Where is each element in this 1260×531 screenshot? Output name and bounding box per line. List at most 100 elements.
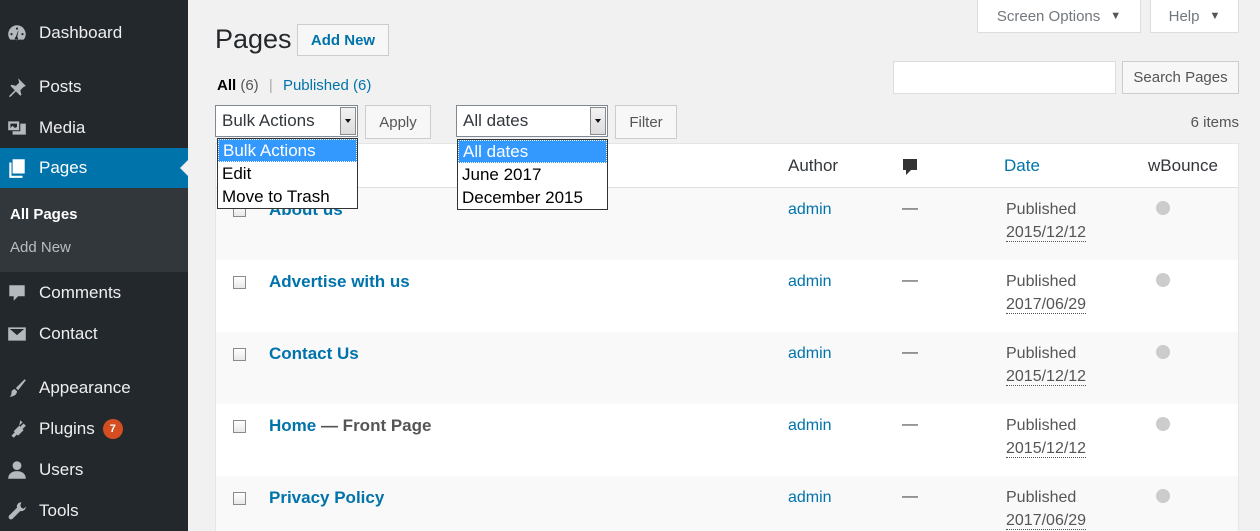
wbounce-status-dot [1156, 417, 1170, 431]
wrench-icon [6, 500, 28, 522]
pages-table: Author Date wBounce About us admin — Pub… [215, 143, 1239, 531]
date-filter-select[interactable]: All dates [456, 105, 608, 137]
dashboard-icon [6, 22, 28, 44]
items-count: 6 items [1190, 114, 1239, 131]
date-option[interactable]: December 2015 [458, 186, 607, 209]
date-option[interactable]: June 2017 [458, 163, 607, 186]
menu-label: Contact [39, 324, 98, 343]
wbounce-status-dot [1156, 345, 1170, 359]
row-checkbox[interactable] [233, 276, 246, 289]
pages-icon [6, 157, 28, 179]
dropdown-arrow-icon[interactable] [340, 107, 356, 135]
pages-submenu: All Pages Add New [0, 188, 188, 272]
page-title-link[interactable]: Home — Front Page [269, 416, 431, 436]
date-filter-value: All dates [463, 111, 529, 130]
menu-label: Posts [39, 77, 82, 96]
menu-label: Media [39, 118, 86, 137]
bulk-actions-select[interactable]: Bulk Actions [215, 105, 358, 137]
date-value: 2017/06/29 [1006, 512, 1087, 530]
author-link[interactable]: admin [788, 273, 832, 291]
comment-count: — [902, 416, 918, 433]
comment-count: — [902, 200, 918, 217]
menu-label: Tools [39, 501, 79, 520]
menu-item-contact[interactable]: Contact [0, 314, 188, 354]
page-title-link[interactable]: Advertise with us [269, 272, 410, 292]
date-status: Published [1006, 273, 1077, 290]
menu-item-tools[interactable]: Tools [0, 491, 188, 531]
menu-item-dashboard[interactable]: Dashboard [0, 13, 188, 53]
date-value: 2015/12/12 [1006, 440, 1087, 458]
date-value: 2017/06/29 [1006, 296, 1087, 314]
column-header-wbounce: wBounce [1148, 156, 1218, 175]
triangle-down-icon: ▼ [1110, 10, 1122, 22]
table-row: Privacy Policy admin — Published 2017/06… [216, 476, 1238, 531]
media-icon [6, 117, 28, 139]
column-header-date[interactable]: Date [1004, 156, 1040, 176]
menu-item-plugins[interactable]: Plugins 7 [0, 409, 188, 449]
author-link[interactable]: admin [788, 345, 832, 363]
dropdown-arrow-icon[interactable] [590, 107, 606, 135]
submenu-all-pages[interactable]: All Pages [10, 206, 78, 223]
date-option[interactable]: All dates [458, 140, 607, 163]
menu-item-comments[interactable]: Comments [0, 273, 188, 313]
menu-label: Plugins [39, 419, 95, 438]
plugin-icon [6, 418, 28, 440]
column-header-author: Author [788, 156, 839, 175]
comment-count: — [902, 344, 918, 361]
wbounce-status-dot [1156, 273, 1170, 287]
author-link[interactable]: admin [788, 489, 832, 507]
bulk-option[interactable]: Move to Trash [218, 185, 357, 208]
row-checkbox[interactable] [233, 348, 246, 361]
date-status: Published [1006, 201, 1077, 218]
comment-count: — [902, 272, 918, 289]
comment-count: — [902, 488, 918, 505]
bulk-actions-dropdown: Bulk Actions Edit Move to Trash [217, 138, 358, 209]
page-title-link[interactable]: Contact Us [269, 344, 359, 364]
submenu-add-new[interactable]: Add New [10, 239, 71, 256]
menu-label: Comments [39, 283, 122, 302]
menu-label: Users [39, 460, 84, 479]
screen-options-label: Screen Options [996, 7, 1101, 25]
filter-button[interactable]: Filter [615, 105, 677, 139]
table-row: About us admin — Published 2015/12/12 [216, 188, 1238, 260]
wbounce-status-dot [1156, 489, 1170, 503]
admin-sidebar: Dashboard Posts Media Pages All Pages Ad… [0, 0, 188, 531]
plugins-update-badge: 7 [102, 419, 123, 439]
row-checkbox[interactable] [233, 492, 246, 505]
table-row: Contact Us admin — Published 2015/12/12 [216, 332, 1238, 404]
view-separator: | [268, 77, 273, 94]
menu-label: Appearance [39, 378, 131, 397]
add-new-button[interactable]: Add New [297, 24, 389, 56]
bulk-option[interactable]: Edit [218, 162, 357, 185]
wbounce-status-dot [1156, 201, 1170, 215]
table-row: Home — Front Page admin — Published 2015… [216, 404, 1238, 476]
view-published-link[interactable]: Published (6) [283, 77, 371, 94]
author-link[interactable]: admin [788, 417, 832, 435]
help-button[interactable]: Help ▼ [1150, 0, 1239, 33]
menu-item-users[interactable]: Users [0, 450, 188, 490]
apply-button[interactable]: Apply [365, 105, 431, 139]
mail-icon [6, 323, 28, 345]
view-all-link[interactable]: All (6) [217, 77, 259, 94]
screen-options-button[interactable]: Screen Options ▼ [977, 0, 1141, 33]
date-status: Published [1006, 489, 1077, 506]
comment-icon [6, 282, 28, 304]
paintbrush-icon [6, 377, 28, 399]
menu-item-appearance[interactable]: Appearance [0, 368, 188, 408]
row-checkbox[interactable] [233, 420, 246, 433]
menu-label: Dashboard [39, 23, 123, 42]
menu-item-media[interactable]: Media [0, 108, 188, 148]
page-title-link[interactable]: Privacy Policy [269, 488, 384, 508]
search-pages-button[interactable]: Search Pages [1122, 61, 1239, 94]
comment-bubble-icon[interactable] [902, 158, 918, 183]
date-status: Published [1006, 345, 1077, 362]
page-title: Pages [215, 24, 292, 54]
menu-item-pages[interactable]: Pages [0, 148, 188, 188]
author-link[interactable]: admin [788, 201, 832, 219]
bulk-option[interactable]: Bulk Actions [218, 139, 357, 162]
triangle-down-icon: ▼ [1209, 10, 1221, 22]
table-row: Advertise with us admin — Published 2017… [216, 260, 1238, 332]
pin-icon [6, 76, 28, 98]
search-input[interactable] [893, 61, 1116, 94]
menu-item-posts[interactable]: Posts [0, 67, 188, 107]
